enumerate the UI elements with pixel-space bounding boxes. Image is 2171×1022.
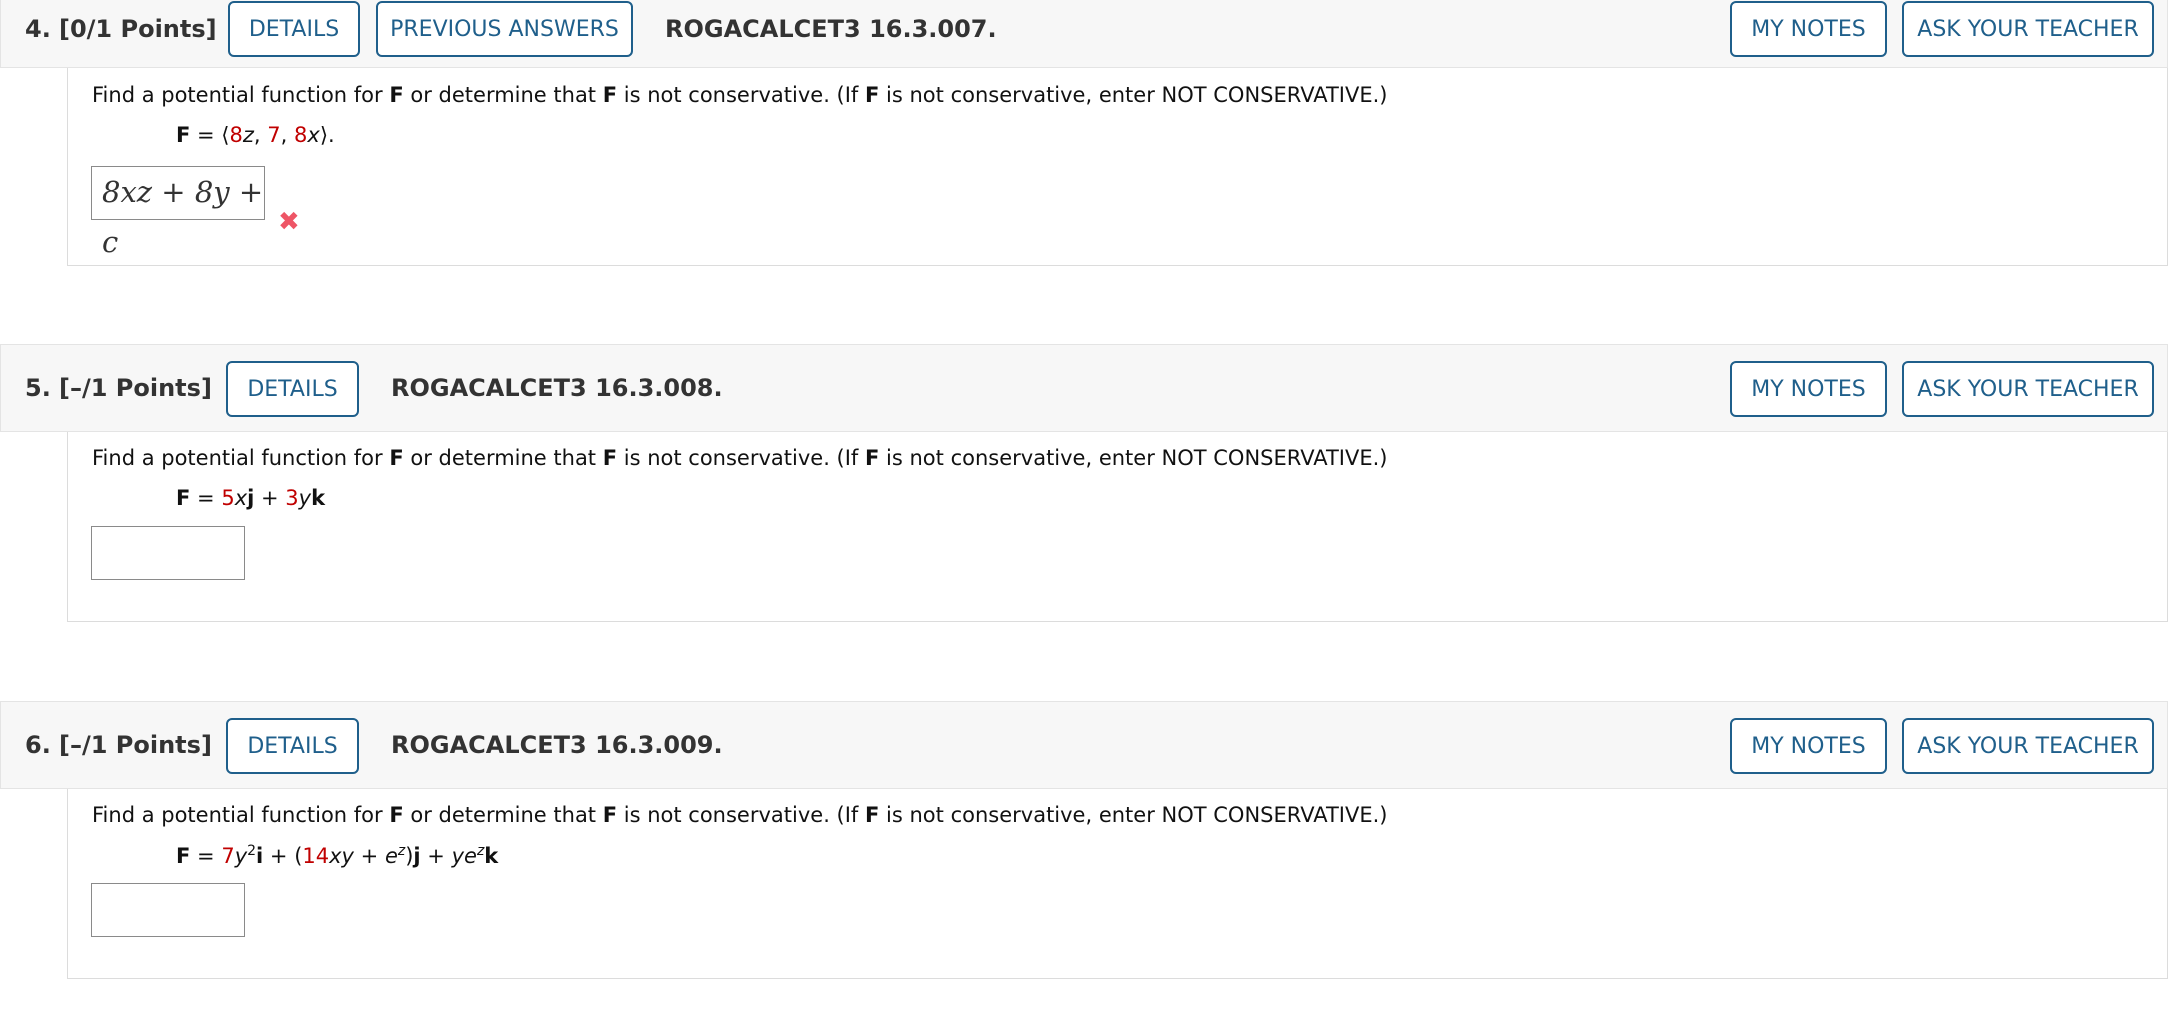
vector-field-formula: F = 7y2i + (14xy + ez)j + yezk — [176, 843, 499, 868]
details-button[interactable]: DETAILS — [228, 1, 360, 57]
details-button[interactable]: DETAILS — [226, 361, 359, 417]
previous-answers-button[interactable]: PREVIOUS ANSWERS — [376, 1, 633, 57]
vector-f: F — [865, 83, 880, 107]
question-header: 6. [–/1 Points] DETAILS ROGACALCET3 16.3… — [0, 701, 2168, 789]
question-number: 4. — [25, 15, 51, 43]
vector-f: F — [389, 83, 404, 107]
question-body: Find a potential function for F or deter… — [67, 68, 2168, 266]
my-notes-button[interactable]: MY NOTES — [1730, 718, 1887, 774]
ask-your-teacher-button[interactable]: ASK YOUR TEACHER — [1902, 361, 2154, 417]
question-header: 4. [0/1 Points] DETAILS PREVIOUS ANSWERS… — [0, 0, 2168, 68]
answer-input[interactable] — [91, 526, 245, 580]
question-code: ROGACALCET3 16.3.009. — [391, 731, 723, 759]
question-prompt: Find a potential function for F or deter… — [92, 803, 1388, 827]
question-code: ROGACALCET3 16.3.008. — [391, 374, 723, 402]
question-prompt: Find a potential function for F or deter… — [92, 446, 1388, 470]
answer-input[interactable] — [91, 883, 245, 937]
question-points: [–/1 Points] — [59, 374, 212, 402]
vector-f: F — [389, 803, 404, 827]
answer-input[interactable]: 8xz + 8y + c — [91, 166, 265, 259]
question-6: 6. [–/1 Points] DETAILS ROGACALCET3 16.3… — [0, 701, 2171, 981]
question-body: Find a potential function for F or deter… — [67, 789, 2168, 979]
vector-field-formula: F = 5xj + 3yk — [176, 486, 326, 510]
vector-f: F — [389, 446, 404, 470]
question-4: 4. [0/1 Points] DETAILS PREVIOUS ANSWERS… — [0, 0, 2171, 268]
vector-f: F — [602, 803, 618, 827]
question-body: Find a potential function for F or deter… — [67, 432, 2168, 622]
vector-f: F — [865, 446, 880, 470]
ask-your-teacher-button[interactable]: ASK YOUR TEACHER — [1902, 1, 2154, 57]
question-header: 5. [–/1 Points] DETAILS ROGACALCET3 16.3… — [0, 344, 2168, 432]
vector-f: F — [602, 446, 618, 470]
question-code: ROGACALCET3 16.3.007. — [665, 15, 997, 43]
question-prompt: Find a potential function for F or deter… — [92, 83, 1388, 107]
details-button[interactable]: DETAILS — [226, 718, 359, 774]
vector-f: F — [602, 83, 618, 107]
question-number: 5. — [25, 374, 51, 402]
my-notes-button[interactable]: MY NOTES — [1730, 1, 1887, 57]
my-notes-button[interactable]: MY NOTES — [1730, 361, 1887, 417]
vector-f: F — [865, 803, 880, 827]
question-points: [0/1 Points] — [59, 15, 217, 43]
incorrect-x-icon: ✖ — [278, 207, 300, 237]
ask-your-teacher-button[interactable]: ASK YOUR TEACHER — [1902, 718, 2154, 774]
vector-field-formula: F = ⟨8z, 7, 8x⟩. — [176, 123, 335, 147]
question-number: 6. — [25, 731, 51, 759]
question-points: [–/1 Points] — [59, 731, 212, 759]
question-5: 5. [–/1 Points] DETAILS ROGACALCET3 16.3… — [0, 344, 2171, 624]
